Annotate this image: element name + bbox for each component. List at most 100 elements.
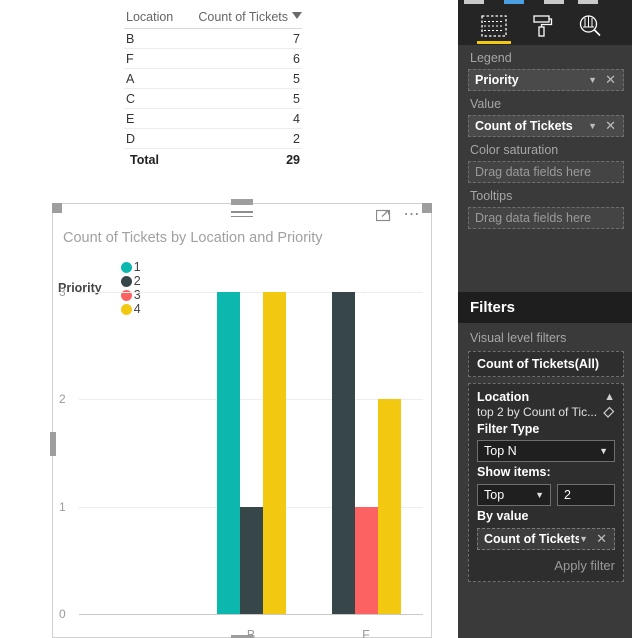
bars-layer[interactable]: [53, 282, 431, 637]
cell-count: 5: [181, 88, 302, 109]
stacked-bar-chart-icon[interactable]: [464, 0, 484, 4]
visualizations-pane[interactable]: Legend Priority ▼ ✕ Value Count of Tickets ▼ ✕ C…: [458, 0, 632, 638]
bar-F-priority-2[interactable]: [331, 292, 355, 614]
filter-card-count-of-tickets[interactable]: Count of Tickets(All): [468, 351, 624, 377]
column-header-count-label: Count of Tickets: [198, 10, 288, 24]
cell-location: E: [124, 108, 182, 129]
cell-location: F: [124, 48, 182, 69]
pane-tab-bar[interactable]: [458, 6, 632, 45]
by-value-label: By value: [477, 509, 529, 523]
format-tab[interactable]: [518, 6, 566, 45]
analytics-tab[interactable]: [566, 6, 614, 45]
show-items-label: Show items:: [477, 465, 551, 479]
show-items-direction-value: Top: [484, 488, 505, 502]
chevron-down-icon[interactable]: ▼: [535, 490, 544, 500]
table-row[interactable]: B7: [124, 28, 302, 49]
well-box-color-saturation[interactable]: Drag data fields here: [468, 161, 624, 183]
bar-B-priority-2[interactable]: [239, 506, 263, 614]
well-value: Priority: [475, 73, 519, 87]
filter-card-location-header[interactable]: Location ▲: [477, 390, 615, 404]
filter-card-location-summary: top 2 by Count of Tic...: [477, 404, 615, 419]
filter-card-location[interactable]: Location ▲ top 2 by Count of Tic... Filt…: [468, 383, 624, 582]
table-row[interactable]: D2: [124, 128, 302, 149]
x-axis-tick-label: B: [246, 628, 256, 638]
x-axis-tick-label: F: [362, 628, 370, 638]
bar-B-priority-1[interactable]: [216, 292, 240, 614]
filter-type-select[interactable]: Top N ▼: [477, 440, 615, 462]
chart-title: Count of Tickets by Location and Priorit…: [63, 230, 323, 246]
bar-F-priority-3[interactable]: [354, 506, 378, 614]
well-box-legend[interactable]: Priority ▼ ✕: [468, 69, 624, 91]
visual-level-filters-label: Visual level filters: [470, 331, 567, 345]
table-header-row: Location Count of Tickets: [124, 8, 302, 29]
column-header-count[interactable]: Count of Tickets: [181, 8, 302, 29]
pie-chart-icon[interactable]: [504, 0, 524, 4]
table-row[interactable]: E4: [124, 108, 302, 129]
funnel-chart-icon[interactable]: [544, 0, 564, 4]
chart-visual[interactable]: ⋯ Count of Tickets by Location and Prior…: [50, 199, 432, 638]
tickets-table[interactable]: Location Count of Tickets B7F6A5C5E4D2 T…: [124, 8, 302, 170]
by-value-field-well[interactable]: Count of Tickets ▼ ✕: [477, 528, 615, 550]
well-box-value[interactable]: Count of Tickets ▼ ✕: [468, 115, 624, 137]
bar-B-priority-4[interactable]: [262, 292, 286, 614]
filters-section: Filters Visual level filters Count of Ti…: [458, 292, 632, 588]
remove-field-icon[interactable]: ✕: [605, 119, 616, 132]
filter-type-value: Top N: [484, 444, 517, 458]
drag-grip-icon[interactable]: [231, 211, 253, 220]
chevron-down-icon[interactable]: ▼: [579, 534, 588, 544]
cell-count: 7: [181, 28, 302, 49]
focus-mode-icon[interactable]: [375, 209, 391, 222]
filter-summary-text: top 2 by Count of Tic...: [477, 405, 597, 419]
chevron-up-icon[interactable]: ▲: [604, 391, 615, 403]
chart-plot-area[interactable]: 0123: [50, 282, 431, 637]
show-items-count-input[interactable]: 2: [557, 484, 615, 506]
table-row[interactable]: A5: [124, 68, 302, 89]
fields-tab[interactable]: [470, 6, 518, 45]
chevron-down-icon[interactable]: ▼: [599, 446, 608, 456]
more-options-icon[interactable]: ⋯: [404, 207, 422, 223]
cell-count: 2: [181, 128, 302, 149]
legend-color-dot-icon: [120, 261, 132, 273]
magnifier-chart-icon: [579, 14, 601, 36]
bar-F-priority-4[interactable]: [377, 399, 401, 614]
show-items-direction-select[interactable]: Top ▼: [477, 484, 551, 506]
table-row[interactable]: C5: [124, 88, 302, 109]
well-label-color-saturation: Color saturation: [470, 143, 559, 157]
cell-location: A: [124, 68, 182, 89]
column-header-location[interactable]: Location: [124, 8, 182, 29]
well-value: Count of Tickets: [475, 119, 573, 133]
report-canvas[interactable]: Location Count of Tickets B7F6A5C5E4D2 T…: [0, 0, 458, 638]
table-row[interactable]: F6: [124, 48, 302, 69]
well-value: Drag data fields here: [475, 165, 592, 179]
well-box-tooltips[interactable]: Drag data fields here: [468, 207, 624, 229]
show-items-row: Top ▼ 2: [477, 484, 615, 506]
filter-type-label: Filter Type: [477, 422, 540, 436]
chevron-down-icon[interactable]: ▼: [588, 121, 597, 131]
chart-vertical-scrollbar[interactable]: [50, 432, 56, 456]
table-body: B7F6A5C5E4D2: [124, 28, 302, 149]
well-label-value: Value: [470, 97, 502, 111]
sort-descending-icon[interactable]: [292, 12, 302, 19]
filters-header: Filters: [458, 292, 632, 323]
remove-field-icon[interactable]: ✕: [605, 73, 616, 86]
table-total-row: Total 29: [124, 148, 302, 170]
cell-location: B: [124, 28, 182, 49]
cell-count: 5: [181, 68, 302, 89]
remove-field-icon[interactable]: ✕: [596, 532, 607, 545]
well-label-tooltips: Tooltips: [470, 189, 513, 203]
cell-location: C: [124, 88, 182, 109]
total-label: Total: [124, 148, 182, 170]
chevron-down-icon[interactable]: ▼: [588, 75, 597, 85]
fields-icon: [481, 14, 507, 37]
table-chart-icon[interactable]: [578, 0, 598, 4]
filter-card-location-title: Location: [477, 390, 530, 404]
apply-filter-button[interactable]: Apply filter: [477, 550, 615, 573]
legend-item-label: 1: [133, 260, 141, 274]
chart-header: ⋯: [53, 204, 431, 226]
field-wells: Legend Priority ▼ ✕ Value Count of Tickets ▼ ✕ C…: [458, 45, 632, 229]
cell-count: 6: [181, 48, 302, 69]
well-value: Drag data fields here: [475, 211, 592, 225]
eraser-icon[interactable]: [601, 406, 615, 418]
table-visual[interactable]: Location Count of Tickets B7F6A5C5E4D2 T…: [124, 8, 302, 170]
legend-item[interactable]: 1: [120, 260, 141, 274]
